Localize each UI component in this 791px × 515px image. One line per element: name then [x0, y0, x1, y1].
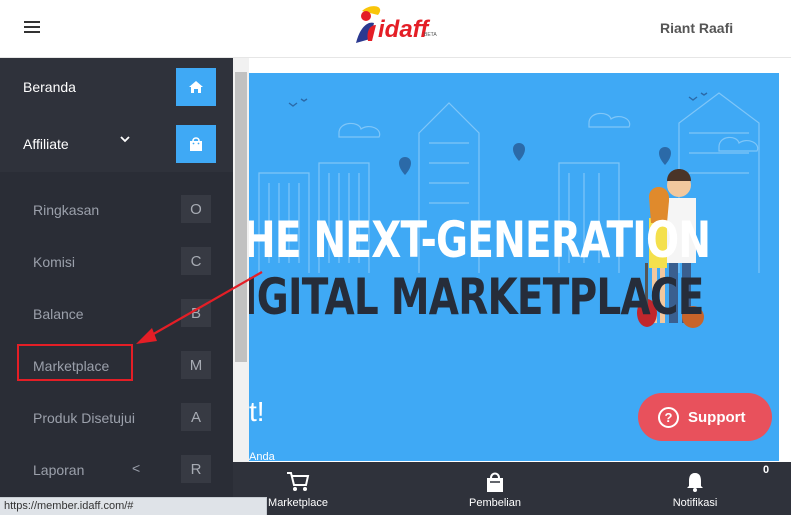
banner-partial-text: t!: [249, 396, 265, 427]
annotation-highlight-box: [17, 344, 133, 381]
cart-icon: [286, 470, 310, 494]
sidebar-item-label: Komisi: [33, 254, 76, 270]
bottom-nav-pembelian[interactable]: Pembelian: [467, 462, 523, 515]
banner-partial-subtext: Anda: [249, 451, 275, 461]
shortcut-key-badge: C: [181, 247, 211, 275]
sidebar-item-produk-disetujui[interactable]: Produk Disetujui A: [0, 390, 233, 442]
bottom-navigation: Marketplace Pembelian Notifikasi 0: [233, 462, 791, 515]
banner-headline-line2: IGITAL MARKETPLACE: [249, 268, 704, 326]
shortcut-key-badge: B: [181, 299, 211, 327]
top-header: idaff BETA Riant Raafi: [0, 0, 791, 58]
shortcut-key-badge: R: [181, 455, 211, 483]
sidebar-item-label: Ringkasan: [33, 202, 100, 218]
chevron-down-icon: [120, 133, 130, 147]
sidebar: Beranda Affiliate Ringkasan O Komisi C B…: [0, 58, 233, 515]
shortcut-key-badge: M: [181, 351, 211, 379]
shopping-bag-icon: [484, 470, 506, 494]
shopping-bag-icon: [176, 125, 216, 163]
hamburger-menu-icon[interactable]: [24, 21, 40, 35]
sidebar-item-komisi[interactable]: Komisi C: [0, 234, 233, 286]
bottom-nav-notifikasi[interactable]: Notifikasi: [667, 462, 723, 515]
logo-text: idaff: [378, 16, 430, 43]
idaff-logo[interactable]: idaff BETA: [352, 3, 442, 49]
browser-status-bar-url: https://member.idaff.com/#: [0, 497, 267, 515]
chevron-left-icon: <: [132, 460, 141, 476]
support-button[interactable]: ? Support: [638, 393, 772, 441]
sidebar-item-balance[interactable]: Balance B: [0, 286, 233, 338]
sidebar-item-affiliate[interactable]: Affiliate: [0, 115, 233, 172]
user-name[interactable]: Riant Raafi: [660, 20, 733, 36]
shortcut-key-badge: A: [181, 403, 211, 431]
sidebar-item-ringkasan[interactable]: Ringkasan O: [0, 182, 233, 234]
shortcut-key-badge: O: [181, 195, 211, 223]
bell-icon: [684, 470, 706, 494]
bottom-nav-label: Pembelian: [469, 497, 521, 509]
sidebar-item-label: Balance: [33, 306, 84, 322]
sidebar-scrollbar[interactable]: [233, 58, 249, 515]
support-button-label: Support: [688, 408, 746, 426]
sidebar-item-beranda[interactable]: Beranda: [0, 58, 233, 115]
home-icon: [176, 68, 216, 106]
question-mark-icon: ?: [658, 406, 679, 428]
sidebar-item-laporan[interactable]: Laporan < R: [0, 442, 233, 494]
notification-count-badge: 0: [763, 464, 770, 476]
sidebar-item-label: Beranda: [23, 79, 76, 95]
banner-headline-line1: HE NEXT-GENERATION: [249, 211, 711, 269]
bottom-nav-label: Notifikasi: [672, 497, 718, 509]
scrollbar-thumb[interactable]: [235, 72, 247, 362]
logo-beta-badge: BETA: [424, 32, 437, 38]
sidebar-item-label: Affiliate: [23, 136, 69, 152]
sidebar-item-label: Laporan: [33, 462, 85, 478]
bottom-nav-marketplace[interactable]: Marketplace: [265, 462, 331, 515]
sidebar-item-label: Produk Disetujui: [33, 410, 135, 426]
bottom-nav-label: Marketplace: [268, 497, 328, 509]
